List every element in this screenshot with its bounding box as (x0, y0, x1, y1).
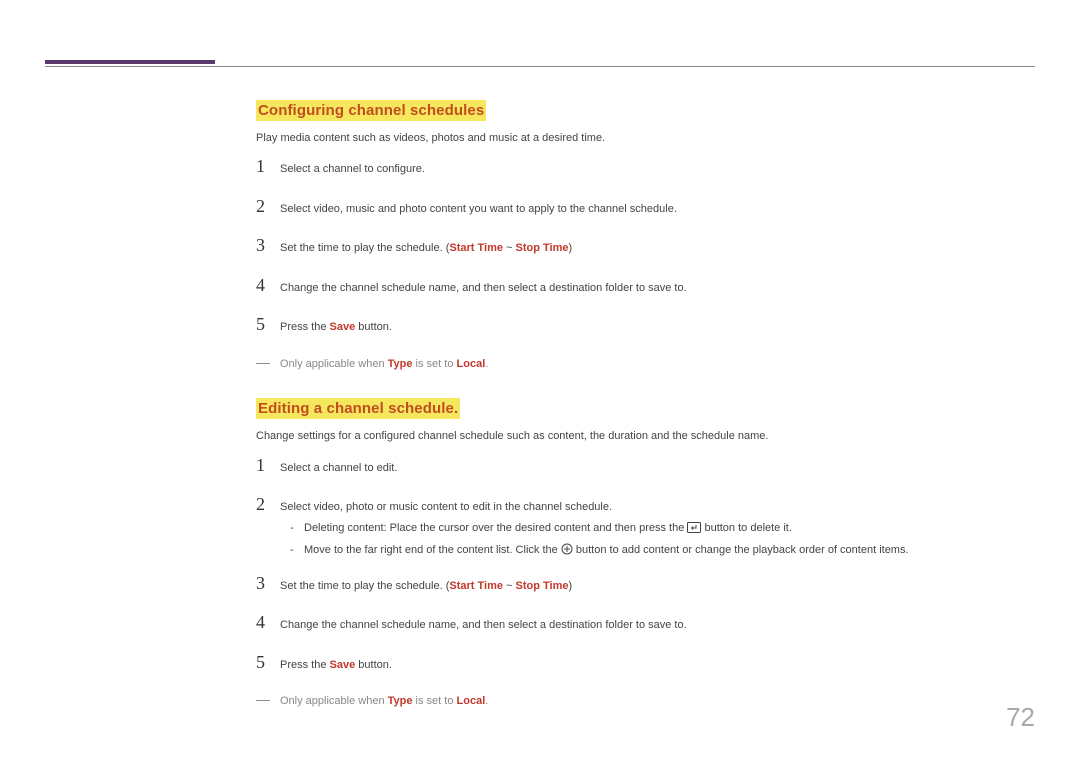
step-number: 4 (256, 612, 280, 633)
step-number: 5 (256, 314, 280, 335)
text: Move to the far right end of the content… (304, 544, 561, 556)
step-item: 2 Select video, photo or music content t… (256, 494, 1035, 561)
step-number: 1 (256, 455, 280, 476)
text: . (485, 695, 488, 707)
steps-list: 1 Select a channel to configure. 2 Selec… (256, 156, 1035, 336)
step-item: 5 Press the Save button. (256, 652, 1035, 674)
text: . (485, 358, 488, 370)
step-item: 4 Change the channel schedule name, and … (256, 612, 1035, 634)
text: button to add content or change the play… (573, 544, 909, 556)
local-label: Local (457, 358, 486, 370)
step-text: Press the Save button. (280, 319, 392, 336)
page-number: 72 (1006, 702, 1035, 733)
intro-text: Change settings for a configured channel… (256, 429, 1035, 444)
text: button. (355, 659, 392, 671)
note-text: Only applicable when Type is set to Loca… (280, 357, 488, 372)
step-text: Set the time to play the schedule. (Star… (280, 240, 572, 257)
step-item: 3 Set the time to play the schedule. (St… (256, 235, 1035, 257)
text: is set to (412, 358, 456, 370)
heading-editing: Editing a channel schedule. (256, 398, 460, 419)
sub-item: - Deleting content: Place the cursor ove… (280, 520, 909, 539)
text: Only applicable when (280, 358, 388, 370)
text: Deleting content: Place the cursor over … (304, 522, 687, 534)
step-number: 3 (256, 235, 280, 256)
step-number: 2 (256, 196, 280, 217)
note: ― Only applicable when Type is set to Lo… (256, 691, 1035, 709)
content-area: Configuring channel schedules Play media… (256, 100, 1035, 720)
bullet-dash-icon: - (290, 542, 304, 559)
step-text: Select a channel to configure. (280, 161, 425, 178)
step-item: 1 Select a channel to edit. (256, 455, 1035, 477)
intro-text: Play media content such as videos, photo… (256, 131, 1035, 146)
text: ~ (503, 242, 516, 254)
horizontal-rule (45, 66, 1035, 67)
type-label: Type (388, 358, 413, 370)
section-configuring: Configuring channel schedules Play media… (256, 100, 1035, 372)
note: ― Only applicable when Type is set to Lo… (256, 354, 1035, 372)
plus-circle-icon (561, 543, 573, 561)
heading-configuring: Configuring channel schedules (256, 100, 486, 121)
step-number: 1 (256, 156, 280, 177)
text: Set the time to play the schedule. ( (280, 242, 449, 254)
text: is set to (412, 695, 456, 707)
text: ~ (503, 580, 516, 592)
step-item: 1 Select a channel to configure. (256, 156, 1035, 178)
enter-icon (687, 522, 701, 539)
stop-time-label: Stop Time (516, 242, 569, 254)
local-label: Local (457, 695, 486, 707)
stop-time-label: Stop Time (516, 580, 569, 592)
save-label: Save (330, 321, 356, 333)
step-item: 5 Press the Save button. (256, 314, 1035, 336)
step-number: 2 (256, 494, 280, 515)
sub-text: Move to the far right end of the content… (304, 542, 909, 561)
text: ) (569, 580, 573, 592)
page: Configuring channel schedules Play media… (0, 0, 1080, 763)
text: Select video, photo or music content to … (280, 501, 612, 513)
step-text: Select a channel to edit. (280, 460, 397, 477)
steps-list: 1 Select a channel to edit. 2 Select vid… (256, 455, 1035, 674)
step-text: Change the channel schedule name, and th… (280, 280, 687, 297)
note-dash-icon: ― (256, 691, 280, 707)
note-text: Only applicable when Type is set to Loca… (280, 694, 488, 709)
sub-text: Deleting content: Place the cursor over … (304, 520, 792, 539)
bullet-dash-icon: - (290, 520, 304, 537)
sub-item: - Move to the far right end of the conte… (280, 542, 909, 561)
text: button. (355, 321, 392, 333)
save-label: Save (330, 659, 356, 671)
type-label: Type (388, 695, 413, 707)
step-text: Press the Save button. (280, 657, 392, 674)
step-number: 4 (256, 275, 280, 296)
text: button to delete it. (701, 522, 792, 534)
step-text: Change the channel schedule name, and th… (280, 617, 687, 634)
section-editing: Editing a channel schedule. Change setti… (256, 398, 1035, 709)
start-time-label: Start Time (449, 580, 503, 592)
step-item: 4 Change the channel schedule name, and … (256, 275, 1035, 297)
step-item: 3 Set the time to play the schedule. (St… (256, 573, 1035, 595)
step-number: 3 (256, 573, 280, 594)
text: Only applicable when (280, 695, 388, 707)
text: Press the (280, 659, 330, 671)
step-text: Select video, photo or music content to … (280, 499, 909, 561)
note-dash-icon: ― (256, 354, 280, 370)
step-number: 5 (256, 652, 280, 673)
text: Press the (280, 321, 330, 333)
step-text: Set the time to play the schedule. (Star… (280, 578, 572, 595)
step-text: Select video, music and photo content yo… (280, 201, 677, 218)
text: Set the time to play the schedule. ( (280, 580, 449, 592)
accent-bar (45, 60, 215, 64)
start-time-label: Start Time (449, 242, 503, 254)
step-item: 2 Select video, music and photo content … (256, 196, 1035, 218)
text: ) (569, 242, 573, 254)
